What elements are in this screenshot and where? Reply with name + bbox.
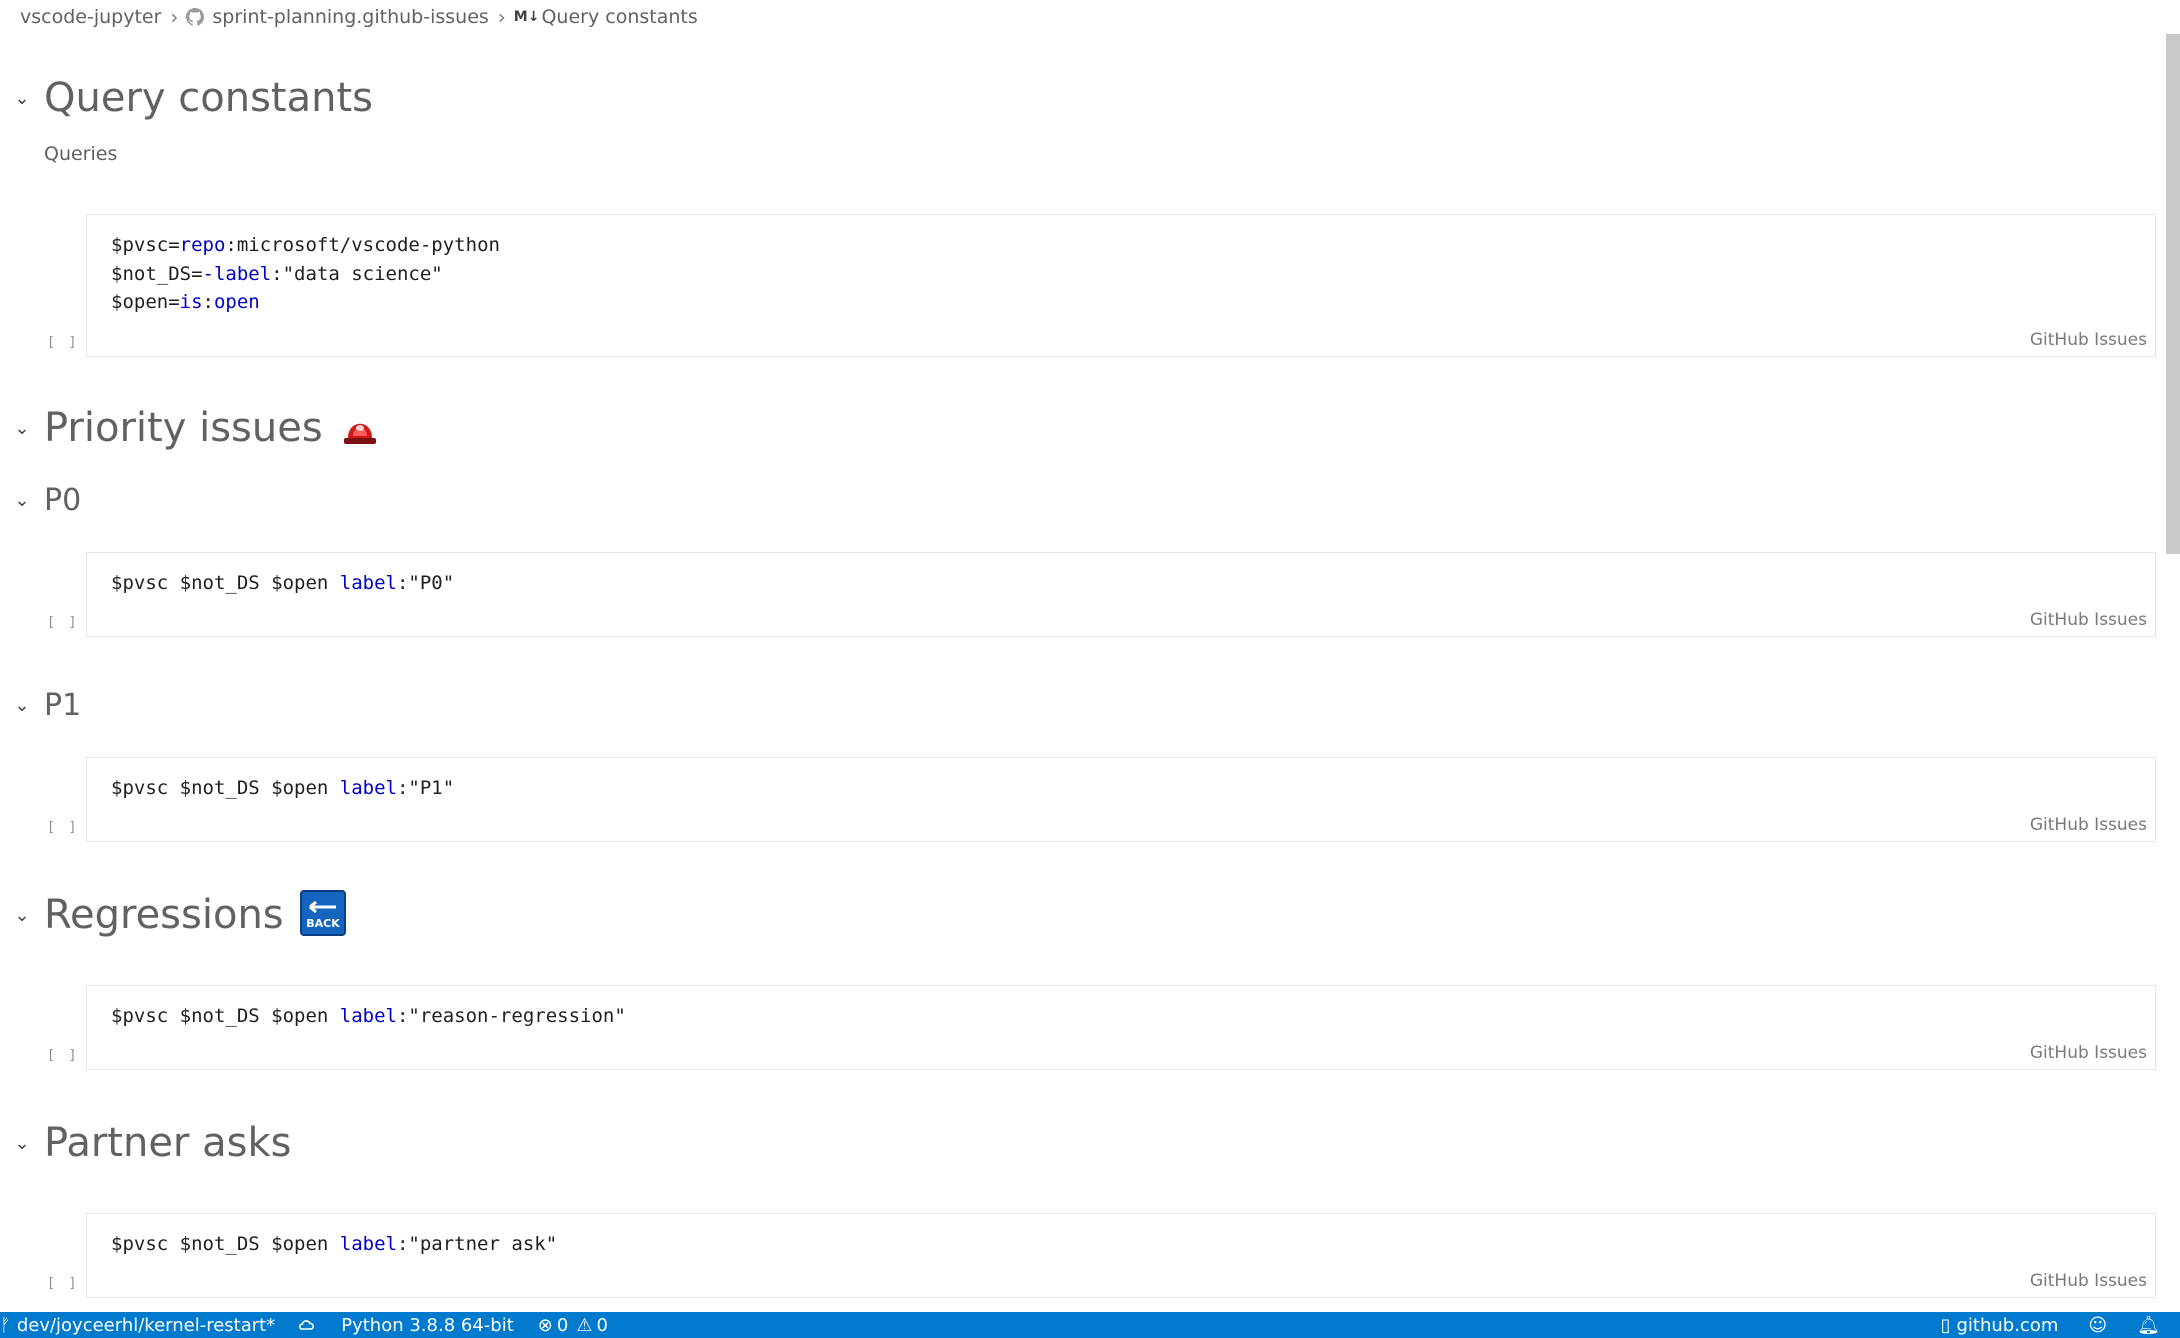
heading-regressions: Regressions xyxy=(44,892,284,938)
cell-language-label[interactable]: GitHub Issues xyxy=(2030,815,2147,835)
code-line[interactable]: $pvsc=repo:microsoft/vscode-python xyxy=(111,231,500,260)
code-token: $pvsc $not_DS $open xyxy=(111,1233,340,1255)
chevron-down-icon[interactable]: ⌄ xyxy=(0,88,44,109)
heading-p0: P0 xyxy=(44,483,82,518)
breadcrumb-file[interactable]: sprint-planning.github-issues xyxy=(186,6,489,28)
status-bar: ᚠ dev/joyceerhl/kernel-restart* Python 3… xyxy=(0,1312,2180,1338)
feedback-icon[interactable]: ☺ xyxy=(2088,1315,2107,1336)
execution-count[interactable]: [ ] xyxy=(47,615,79,630)
cell-language-label[interactable]: GitHub Issues xyxy=(2030,1271,2147,1291)
code-cell[interactable]: $pvsc $not_DS $open label:"reason-regres… xyxy=(47,985,2156,1070)
heading-priority-issues: Priority issues xyxy=(44,405,323,451)
status-python-interpreter[interactable]: Python 3.8.8 64-bit xyxy=(341,1315,514,1336)
heading-partner-asks: Partner asks xyxy=(44,1120,292,1166)
cell-language-label[interactable]: GitHub Issues xyxy=(2030,1043,2147,1063)
code-token: :"data science" xyxy=(271,262,443,285)
code-editor[interactable]: $pvsc $not_DS $open label:"partner ask" xyxy=(111,1230,557,1259)
chevron-right-icon: › xyxy=(497,5,506,29)
code-token: :"reason-regression" xyxy=(396,1005,626,1027)
code-line[interactable]: $pvsc $not_DS $open label:"partner ask" xyxy=(111,1230,557,1259)
code-token: $pvsc $not_DS $open xyxy=(111,777,340,799)
code-line[interactable]: $pvsc $not_DS $open label:"reason-regres… xyxy=(111,1002,626,1031)
cell-language-label[interactable]: GitHub Issues xyxy=(2030,330,2147,350)
execution-count[interactable]: [ ] xyxy=(47,1048,79,1063)
code-token: $pvsc= xyxy=(111,234,180,256)
code-editor[interactable]: $pvsc $not_DS $open label:"reason-regres… xyxy=(111,1002,626,1031)
section-regressions: ⌄ Regressions BACK xyxy=(0,890,346,940)
code-keyword: open xyxy=(213,291,260,313)
execution-count[interactable]: [ ] xyxy=(47,1276,79,1291)
error-count: 0 xyxy=(556,1314,569,1336)
code-token: $open= xyxy=(111,291,180,313)
status-branch[interactable]: ᚠ dev/joyceerhl/kernel-restart* xyxy=(0,1315,275,1336)
code-keyword: label xyxy=(339,572,397,594)
execution-count[interactable]: [ ] xyxy=(47,335,79,350)
code-line[interactable]: $not_DS=-label:"data science" xyxy=(111,260,500,289)
code-token: :"P1" xyxy=(396,777,455,799)
git-branch-icon: ᚠ xyxy=(0,1314,11,1336)
section-p0: ⌄ P0 xyxy=(0,483,81,518)
code-token: $pvsc $not_DS $open xyxy=(111,1005,340,1027)
code-editor[interactable]: $pvsc $not_DS $open label:"P1" xyxy=(111,774,454,803)
code-token: : xyxy=(202,291,214,313)
sync-icon[interactable] xyxy=(297,1317,317,1333)
code-line[interactable]: $pvsc $not_DS $open label:"P1" xyxy=(111,774,454,803)
cell-language-label[interactable]: GitHub Issues xyxy=(2030,610,2147,630)
breadcrumb-section-label: Query constants xyxy=(541,6,698,28)
chevron-down-icon[interactable]: ⌄ xyxy=(0,905,44,926)
github-icon xyxy=(186,8,205,26)
chevron-down-icon[interactable]: ⌄ xyxy=(0,695,44,716)
code-editor[interactable]: $pvsc $not_DS $open label:"P0" xyxy=(111,569,454,598)
back-arrow-icon: BACK xyxy=(299,890,346,940)
code-line[interactable]: $open=is:open xyxy=(111,288,500,317)
chevron-down-icon[interactable]: ⌄ xyxy=(0,490,44,511)
heading-query-constants: Query constants xyxy=(44,75,374,121)
code-cell[interactable]: $pvsc $not_DS $open label:"P1" [ ] GitHu… xyxy=(47,757,2156,842)
status-branch-label: dev/joyceerhl/kernel-restart* xyxy=(16,1314,276,1336)
code-cell[interactable]: $pvsc $not_DS $open label:"P0" [ ] GitHu… xyxy=(47,552,2156,637)
status-remote[interactable]: ▯ github.com xyxy=(1941,1315,2059,1336)
code-cell[interactable]: $pvsc=repo:microsoft/vscode-python $not_D… xyxy=(47,214,2156,357)
section-query-constants: ⌄ Query constants xyxy=(0,75,373,121)
warning-count: 0 xyxy=(596,1314,608,1336)
execution-count[interactable]: [ ] xyxy=(47,820,79,835)
code-editor[interactable]: $pvsc=repo:microsoft/vscode-python $not_D… xyxy=(111,231,500,317)
paragraph-queries: Queries xyxy=(44,143,118,165)
breadcrumb-workspace[interactable]: vscode-jupyter xyxy=(20,6,161,28)
chevron-right-icon: › xyxy=(170,5,179,29)
code-cell[interactable]: $pvsc $not_DS $open label:"partner ask" … xyxy=(47,1213,2156,1298)
warning-icon: ⚠ xyxy=(576,1314,593,1336)
code-keyword: label xyxy=(339,1233,397,1255)
code-keyword: is xyxy=(179,291,203,313)
remote-icon: ▯ xyxy=(1940,1314,1951,1336)
bell-icon[interactable]: 🔔︎ xyxy=(2137,1315,2160,1336)
status-problems[interactable]: ⊗ 0 ⚠ 0 xyxy=(538,1315,608,1336)
red-siren-icon xyxy=(339,405,381,451)
error-icon: ⊗ xyxy=(537,1314,553,1336)
code-token: :"partner ask" xyxy=(396,1233,558,1255)
section-p1: ⌄ P1 xyxy=(0,688,81,723)
scrollbar-thumb[interactable] xyxy=(2166,34,2180,554)
back-icon-text: BACK xyxy=(306,917,340,930)
status-remote-label: github.com xyxy=(1956,1314,2059,1336)
code-token: :microsoft/vscode-python xyxy=(225,234,500,256)
breadcrumb-section[interactable]: M↓ Query constants xyxy=(514,6,698,28)
markdown-icon: M↓ xyxy=(513,9,540,25)
code-keyword: -label xyxy=(202,262,272,285)
section-priority-issues: ⌄ Priority issues xyxy=(0,405,381,451)
chevron-down-icon[interactable]: ⌄ xyxy=(0,418,44,439)
code-token: $not_DS= xyxy=(111,262,203,285)
code-line[interactable]: $pvsc $not_DS $open label:"P0" xyxy=(111,569,454,598)
heading-p1: P1 xyxy=(44,688,82,723)
code-keyword: label xyxy=(339,1005,397,1027)
code-token: :"P0" xyxy=(396,572,455,594)
section-partner-asks: ⌄ Partner asks xyxy=(0,1120,291,1166)
code-keyword: label xyxy=(339,777,397,799)
code-keyword: repo xyxy=(179,234,226,256)
breadcrumb-file-label: sprint-planning.github-issues xyxy=(212,6,489,28)
code-token: $pvsc $not_DS $open xyxy=(111,572,340,594)
chevron-down-icon[interactable]: ⌄ xyxy=(0,1133,44,1154)
breadcrumb: vscode-jupyter › sprint-planning.github-… xyxy=(0,0,2140,34)
